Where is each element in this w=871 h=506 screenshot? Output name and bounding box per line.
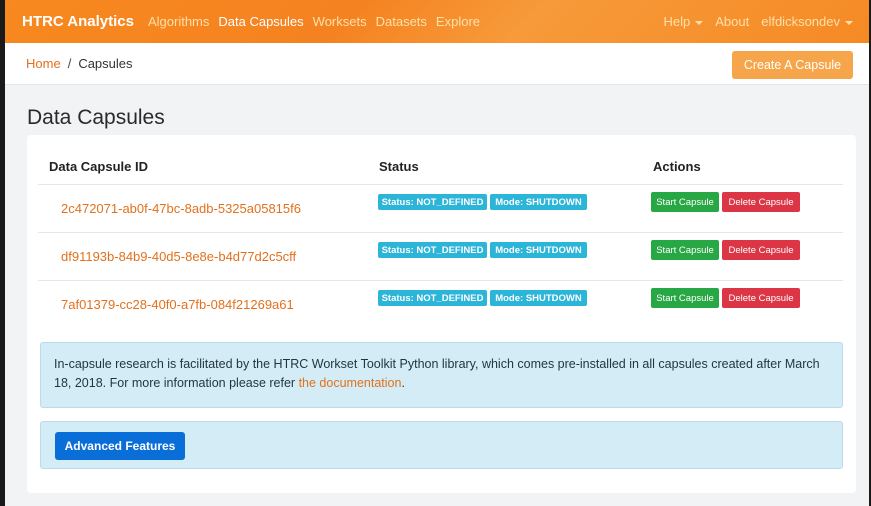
advanced-features-panel: Advanced Features xyxy=(40,421,843,469)
column-header-status: Status xyxy=(379,159,419,174)
info-message: In-capsule research is facilitated by th… xyxy=(54,355,834,393)
breadcrumb: Home / Capsules Create A Capsule xyxy=(5,43,869,85)
status-badge: Status: NOT_DEFINED xyxy=(378,290,487,306)
help-dropdown[interactable]: Help xyxy=(663,14,704,29)
delete-capsule-button[interactable]: Delete Capsule xyxy=(722,240,800,260)
mode-badge: Mode: SHUTDOWN xyxy=(490,242,587,258)
chevron-down-icon xyxy=(845,20,853,25)
breadcrumb-home-link[interactable]: Home xyxy=(26,56,61,71)
nav-link-algorithms[interactable]: Algorithms xyxy=(148,14,209,29)
nav-link-data-capsules[interactable]: Data Capsules xyxy=(218,14,303,29)
top-navbar: HTRC Analytics Algorithms Data Capsules … xyxy=(0,0,871,43)
navbar-right: Help About elfdicksondev xyxy=(651,14,853,29)
table-row: 2c472071-ab0f-47bc-8adb-5325a05815f6 Sta… xyxy=(27,185,856,233)
breadcrumb-separator: / xyxy=(67,56,72,71)
delete-capsule-button[interactable]: Delete Capsule xyxy=(722,192,800,212)
mode-badge: Mode: SHUTDOWN xyxy=(490,290,587,306)
info-alert: In-capsule research is facilitated by th… xyxy=(40,342,843,408)
window-frame-left xyxy=(0,0,5,506)
chevron-down-icon xyxy=(695,20,704,25)
documentation-link[interactable]: the documentation xyxy=(299,376,402,390)
capsule-id-link[interactable]: df91193b-84b9-40d5-8e8e-b4d77d2c5cff xyxy=(61,249,296,264)
table-row: df91193b-84b9-40d5-8e8e-b4d77d2c5cff Sta… xyxy=(27,233,856,281)
capsule-id-link[interactable]: 2c472071-ab0f-47bc-8adb-5325a05815f6 xyxy=(61,201,301,216)
start-capsule-button[interactable]: Start Capsule xyxy=(651,192,719,212)
nav-link-explore[interactable]: Explore xyxy=(436,14,480,29)
delete-capsule-button[interactable]: Delete Capsule xyxy=(722,288,800,308)
start-capsule-button[interactable]: Start Capsule xyxy=(651,288,719,308)
user-dropdown[interactable]: elfdicksondev xyxy=(761,14,853,29)
column-header-id: Data Capsule ID xyxy=(49,159,148,174)
breadcrumb-current: Capsules xyxy=(78,56,133,71)
info-suffix: . xyxy=(401,376,405,390)
capsule-id-link[interactable]: 7af01379-cc28-40f0-a7fb-084f21269a61 xyxy=(61,297,294,312)
nav-link-datasets[interactable]: Datasets xyxy=(376,14,427,29)
info-text: In-capsule research is facilitated by th… xyxy=(54,357,820,390)
brand-link[interactable]: HTRC Analytics xyxy=(22,13,134,30)
help-label: Help xyxy=(663,14,691,29)
capsules-card: Data Capsule ID Status Actions 2c472071-… xyxy=(27,135,856,493)
column-header-actions: Actions xyxy=(653,159,701,174)
create-capsule-button[interactable]: Create A Capsule xyxy=(732,51,853,79)
status-badge: Status: NOT_DEFINED xyxy=(378,242,487,258)
status-badge: Status: NOT_DEFINED xyxy=(378,194,487,210)
mode-badge: Mode: SHUTDOWN xyxy=(490,194,587,210)
start-capsule-button[interactable]: Start Capsule xyxy=(651,240,719,260)
nav-link-worksets[interactable]: Worksets xyxy=(313,14,367,29)
advanced-features-button[interactable]: Advanced Features xyxy=(55,432,185,460)
table-row: 7af01379-cc28-40f0-a7fb-084f21269a61 Sta… xyxy=(27,281,856,329)
page-title: Data Capsules xyxy=(27,106,165,129)
about-link[interactable]: About xyxy=(715,14,749,29)
user-label: elfdicksondev xyxy=(761,14,840,29)
